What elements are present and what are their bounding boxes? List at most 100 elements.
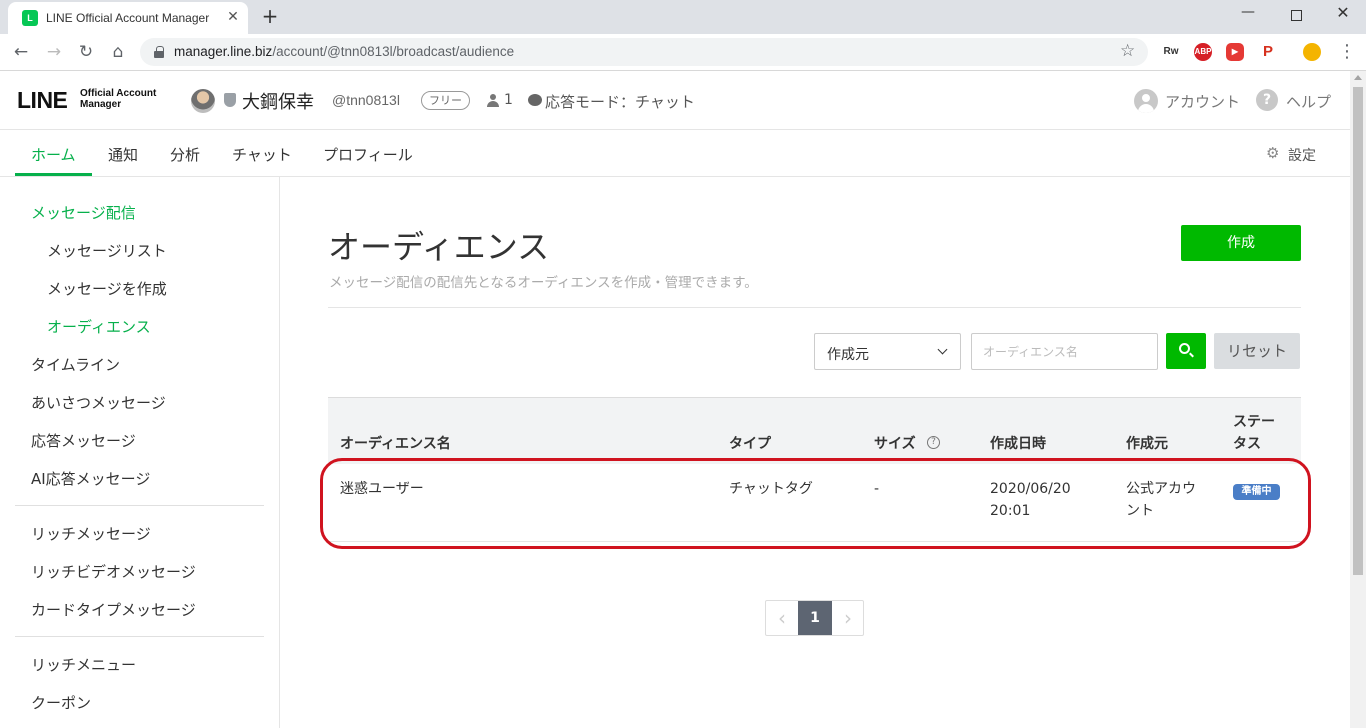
browser-tabbar: L LINE Official Account Manager ✕ + — ✕ bbox=[0, 0, 1366, 34]
tab-analytics[interactable]: 分析 bbox=[170, 144, 200, 165]
sidebar-item-greeting-message[interactable]: あいさつメッセージ bbox=[31, 392, 166, 413]
logo-sub-line1: Official Account bbox=[80, 88, 157, 99]
scrollbar-thumb[interactable] bbox=[1353, 87, 1363, 575]
plan-badge: フリー bbox=[421, 91, 470, 110]
prev-page-icon[interactable]: ‹ bbox=[766, 601, 798, 635]
sidebar-item-message-list[interactable]: メッセージリスト bbox=[47, 240, 167, 261]
page-description: メッセージ配信の配信先となるオーディエンスを作成・管理できます。 bbox=[329, 275, 758, 291]
adblock-plus-icon[interactable]: ABP bbox=[1194, 43, 1212, 61]
column-header-status-line1: ステー bbox=[1233, 414, 1275, 430]
column-header-type: タイプ bbox=[729, 436, 771, 452]
creator-cell-line2: ント bbox=[1126, 503, 1154, 519]
creator-filter-select[interactable]: 作成元 bbox=[814, 333, 961, 370]
settings-link[interactable]: 設定 bbox=[1288, 145, 1316, 165]
account-icon[interactable] bbox=[1134, 89, 1158, 113]
main-nav: ホーム 通知 分析 チャット プロフィール ⚙ 設定 bbox=[0, 130, 1350, 177]
tab-title: LINE Official Account Manager bbox=[46, 11, 210, 25]
created-time-cell: 20:01 bbox=[990, 503, 1031, 519]
chevron-down-icon bbox=[937, 344, 948, 355]
reset-button[interactable]: リセット bbox=[1214, 333, 1300, 369]
sidebar-divider bbox=[15, 636, 264, 637]
sidebar-item-card-type-message[interactable]: カードタイプメッセージ bbox=[31, 599, 196, 620]
pocket-extension-icon[interactable]: P bbox=[1259, 43, 1277, 61]
sidebar-item-rich-video-message[interactable]: リッチビデオメッセージ bbox=[31, 561, 196, 582]
url-path: /account/@tnn0813l/broadcast/audience bbox=[272, 44, 515, 59]
sidebar-item-audience[interactable]: オーディエンス bbox=[47, 316, 151, 337]
sidebar-item-create-message[interactable]: メッセージを作成 bbox=[47, 278, 167, 299]
title-divider bbox=[328, 307, 1301, 308]
reload-icon[interactable]: ↻ bbox=[75, 41, 97, 63]
app-header: LINE Official Account Manager 大鋼保幸 @tnn08… bbox=[0, 71, 1350, 130]
help-link[interactable]: ヘルプ bbox=[1286, 91, 1331, 112]
column-header-size: サイズ bbox=[874, 436, 916, 452]
active-tab-indicator bbox=[15, 173, 92, 176]
logo-subtitle: Official Account Manager bbox=[80, 88, 156, 110]
home-icon[interactable]: ⌂ bbox=[107, 41, 129, 63]
creator-cell-line1: 公式アカウ bbox=[1126, 481, 1196, 497]
next-page-icon[interactable]: › bbox=[832, 601, 864, 635]
created-date-cell: 2020/06/20 bbox=[990, 481, 1071, 497]
sidebar-item-message-delivery[interactable]: メッセージ配信 bbox=[31, 202, 136, 223]
tab-notifications[interactable]: 通知 bbox=[108, 144, 138, 165]
url-host: manager.line.biz bbox=[174, 44, 273, 59]
sidebar: メッセージ配信 メッセージリスト メッセージを作成 オーディエンス タイムライン… bbox=[0, 177, 280, 728]
sidebar-item-rich-menu[interactable]: リッチメニュー bbox=[31, 654, 136, 675]
tab-chat[interactable]: チャット bbox=[232, 144, 292, 165]
sidebar-item-timeline[interactable]: タイムライン bbox=[31, 354, 120, 375]
audience-type-cell: チャットタグ bbox=[729, 481, 813, 497]
current-page-button[interactable]: 1 bbox=[798, 601, 832, 635]
line-favicon-icon: L bbox=[22, 10, 38, 26]
pagination: ‹ 1 › bbox=[765, 600, 864, 636]
search-button[interactable] bbox=[1166, 333, 1206, 369]
minimize-window-icon[interactable]: — bbox=[1238, 4, 1258, 24]
audience-name-search-input[interactable] bbox=[971, 333, 1158, 370]
column-header-creator: 作成元 bbox=[1126, 436, 1168, 452]
scroll-up-arrow-icon[interactable] bbox=[1354, 75, 1362, 80]
logo-sub-line2: Manager bbox=[80, 99, 122, 110]
column-header-created-at: 作成日時 bbox=[990, 436, 1046, 452]
sidebar-item-auto-reply[interactable]: 応答メッセージ bbox=[31, 430, 136, 451]
sidebar-item-ai-reply[interactable]: AI応答メッセージ bbox=[31, 468, 150, 489]
status-badge: 準備中 bbox=[1233, 484, 1280, 500]
account-link[interactable]: アカウント bbox=[1165, 91, 1240, 112]
table-header: オーディエンス名 タイプ サイズ ? 作成日時 作成元 ステー タス bbox=[328, 397, 1301, 464]
friends-icon bbox=[486, 94, 501, 107]
sidebar-item-rich-message[interactable]: リッチメッセージ bbox=[31, 523, 151, 544]
browser-toolbar: ← → ↻ ⌂ manager.line.biz/account/@tnn081… bbox=[0, 34, 1366, 71]
line-logo[interactable]: LINE bbox=[17, 87, 68, 114]
address-bar[interactable]: manager.line.biz/account/@tnn0813l/broad… bbox=[140, 38, 1148, 66]
size-info-icon[interactable]: ? bbox=[927, 436, 940, 449]
reply-mode-status[interactable]: 応答モード：チャット bbox=[545, 91, 695, 112]
help-icon[interactable]: ? bbox=[1256, 89, 1278, 111]
creator-filter-value: 作成元 bbox=[827, 347, 869, 363]
profile-avatar-icon[interactable] bbox=[1303, 43, 1321, 61]
gear-icon[interactable]: ⚙ bbox=[1266, 146, 1281, 161]
chat-bubble-icon bbox=[528, 94, 542, 106]
create-audience-button[interactable]: 作成 bbox=[1181, 225, 1301, 261]
tab-home[interactable]: ホーム bbox=[31, 144, 76, 165]
forward-arrow-icon[interactable]: → bbox=[43, 41, 65, 63]
bookmark-star-icon[interactable]: ☆ bbox=[1120, 41, 1135, 61]
tab-profile[interactable]: プロフィール bbox=[323, 144, 413, 165]
browser-tab[interactable]: L LINE Official Account Manager ✕ bbox=[8, 2, 248, 34]
audience-name-cell[interactable]: 迷惑ユーザー bbox=[340, 478, 424, 500]
account-avatar[interactable] bbox=[191, 89, 215, 113]
column-header-name: オーディエンス名 bbox=[340, 436, 451, 452]
audience-size-cell: - bbox=[874, 481, 880, 497]
close-tab-icon[interactable]: ✕ bbox=[224, 8, 242, 26]
page-scrollbar[interactable] bbox=[1350, 71, 1366, 728]
new-tab-button[interactable]: + bbox=[259, 5, 281, 27]
sidebar-item-coupon[interactable]: クーポン bbox=[31, 692, 91, 713]
youtube-extension-icon[interactable]: ▶ bbox=[1226, 43, 1244, 61]
table-row[interactable]: 迷惑ユーザー チャットタグ - 2020/06/20 20:01 公式アカウ ン… bbox=[328, 464, 1301, 542]
restore-window-icon[interactable] bbox=[1286, 6, 1306, 26]
rw-extension-icon[interactable]: Rw bbox=[1162, 43, 1180, 61]
friends-count: 1 bbox=[504, 92, 513, 108]
page-title: オーディエンス bbox=[328, 228, 550, 266]
url-text[interactable]: manager.line.biz/account/@tnn0813l/broad… bbox=[174, 44, 514, 59]
close-window-icon[interactable]: ✕ bbox=[1333, 3, 1353, 23]
account-name[interactable]: 大鋼保幸 bbox=[242, 88, 314, 114]
browser-menu-icon[interactable]: ⋮ bbox=[1338, 42, 1356, 62]
lock-icon[interactable] bbox=[154, 46, 164, 58]
back-arrow-icon[interactable]: ← bbox=[10, 41, 32, 63]
